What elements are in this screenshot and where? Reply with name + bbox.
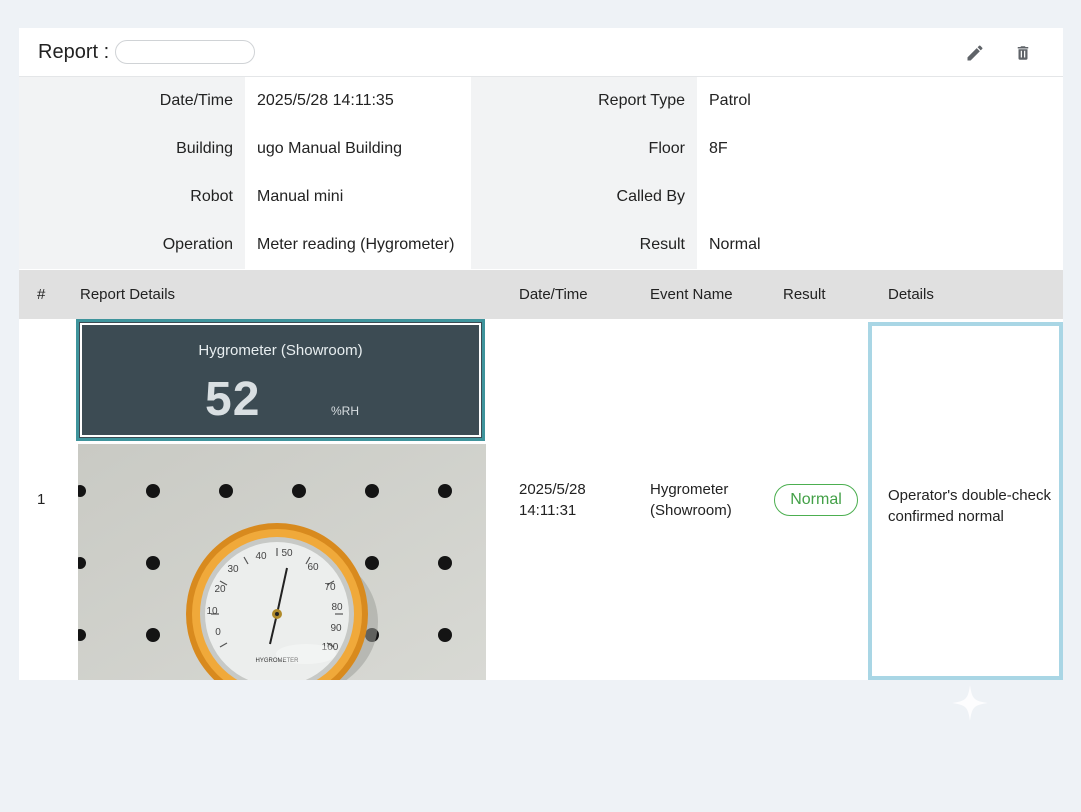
robot-value: Manual mini: [245, 173, 471, 221]
column-header-details[interactable]: Details: [888, 270, 934, 319]
report-title: Report :: [38, 40, 110, 63]
hygrometer-photo[interactable]: 40 50 30 60 20 70 10 80 0 90 100 HYGROMETER: [78, 444, 486, 680]
report-info-grid: Date/Time 2025/5/28 14:11:35 Building ug…: [19, 77, 1063, 270]
info-row-operation: Operation Meter reading (Hygrometer): [19, 221, 471, 269]
floor-value: 8F: [697, 125, 1063, 173]
building-label: Building: [19, 125, 245, 173]
info-row-building: Building ugo Manual Building: [19, 125, 471, 173]
column-header-result[interactable]: Result: [783, 270, 826, 319]
delete-button[interactable]: [1010, 40, 1036, 66]
operation-label: Operation: [19, 221, 245, 269]
svg-text:50: 50: [281, 548, 293, 559]
event-datetime: 2025/5/28 14:11:31: [519, 479, 586, 521]
edit-button[interactable]: [962, 40, 988, 66]
event-name-line1: Hygrometer: [650, 481, 729, 498]
event-date: 2025/5/28: [519, 481, 586, 498]
floor-label: Floor: [471, 125, 697, 173]
svg-text:70: 70: [324, 582, 336, 593]
column-header-datetime[interactable]: Date/Time: [519, 270, 588, 319]
info-row-report-type: Report Type Patrol: [471, 77, 1063, 125]
info-row-datetime: Date/Time 2025/5/28 14:11:35: [19, 77, 471, 125]
trash-icon: [1017, 46, 1029, 60]
svg-text:30: 30: [227, 564, 239, 575]
details-cell[interactable]: Operator's double-check confirmed normal: [868, 322, 1063, 680]
svg-text:60: 60: [307, 562, 319, 573]
events-table-header: # Report Details Date/Time Event Name Re…: [19, 270, 1063, 319]
info-row-robot: Robot Manual mini: [19, 173, 471, 221]
svg-text:0: 0: [215, 627, 221, 638]
sparkle-icon: [952, 685, 988, 721]
svg-text:80: 80: [331, 602, 343, 613]
table-row[interactable]: 1 Hygrometer (Showroom) 52 %RH 40 50 30 …: [19, 319, 1063, 680]
called-by-value: [697, 173, 1063, 221]
meter-reading-card: Hygrometer (Showroom) 52 %RH: [76, 319, 485, 441]
datetime-label: Date/Time: [19, 77, 245, 125]
meter-value: 52: [205, 373, 261, 426]
column-header-event-name[interactable]: Event Name: [650, 270, 733, 319]
report-type-label: Report Type: [471, 77, 697, 125]
report-header: Report :: [19, 28, 1063, 77]
info-row-floor: Floor 8F: [471, 125, 1063, 173]
info-left-column: Date/Time 2025/5/28 14:11:35 Building ug…: [19, 77, 471, 270]
called-by-label: Called By: [471, 173, 697, 221]
result-label: Result: [471, 221, 697, 269]
building-value: ugo Manual Building: [245, 125, 471, 173]
event-name: Hygrometer (Showroom): [650, 479, 732, 521]
row-index: 1: [37, 491, 46, 508]
datetime-value: 2025/5/28 14:11:35: [245, 77, 471, 125]
report-detail-panel[interactable]: Hygrometer (Showroom) 52 %RH 40 50 30 60…: [76, 319, 487, 680]
svg-text:90: 90: [330, 623, 342, 634]
hygrometer-photo-image: 40 50 30 60 20 70 10 80 0 90 100 HYGROMETER: [78, 444, 486, 680]
details-line1: Operator's double-check: [888, 487, 1051, 504]
svg-text:10: 10: [206, 606, 218, 617]
column-header-report-details[interactable]: Report Details: [80, 270, 175, 319]
operation-value: Meter reading (Hygrometer): [245, 221, 471, 269]
event-name-line2: (Showroom): [650, 502, 732, 519]
report-type-value: Patrol: [697, 77, 1063, 125]
details-line2: confirmed normal: [888, 508, 1004, 525]
meter-unit: %RH: [331, 404, 360, 418]
result-value: Normal: [697, 221, 1063, 269]
info-right-column: Report Type Patrol Floor 8F Called By Re…: [471, 77, 1063, 270]
report-card: Report : Date/Time 2025/5/28 14:11:35 Bu…: [19, 28, 1063, 680]
meter-name: Hygrometer (Showroom): [198, 342, 363, 359]
details-text: Operator's double-check confirmed normal: [888, 485, 1051, 527]
pencil-icon: [967, 45, 983, 61]
status-badge: Normal: [774, 484, 858, 516]
svg-text:20: 20: [214, 584, 226, 595]
svg-text:40: 40: [255, 551, 267, 562]
report-name-input[interactable]: [115, 40, 256, 64]
info-row-called-by: Called By: [471, 173, 1063, 221]
robot-label: Robot: [19, 173, 245, 221]
column-header-index[interactable]: #: [37, 270, 45, 319]
event-time: 14:11:31: [519, 502, 577, 519]
info-row-result: Result Normal: [471, 221, 1063, 269]
